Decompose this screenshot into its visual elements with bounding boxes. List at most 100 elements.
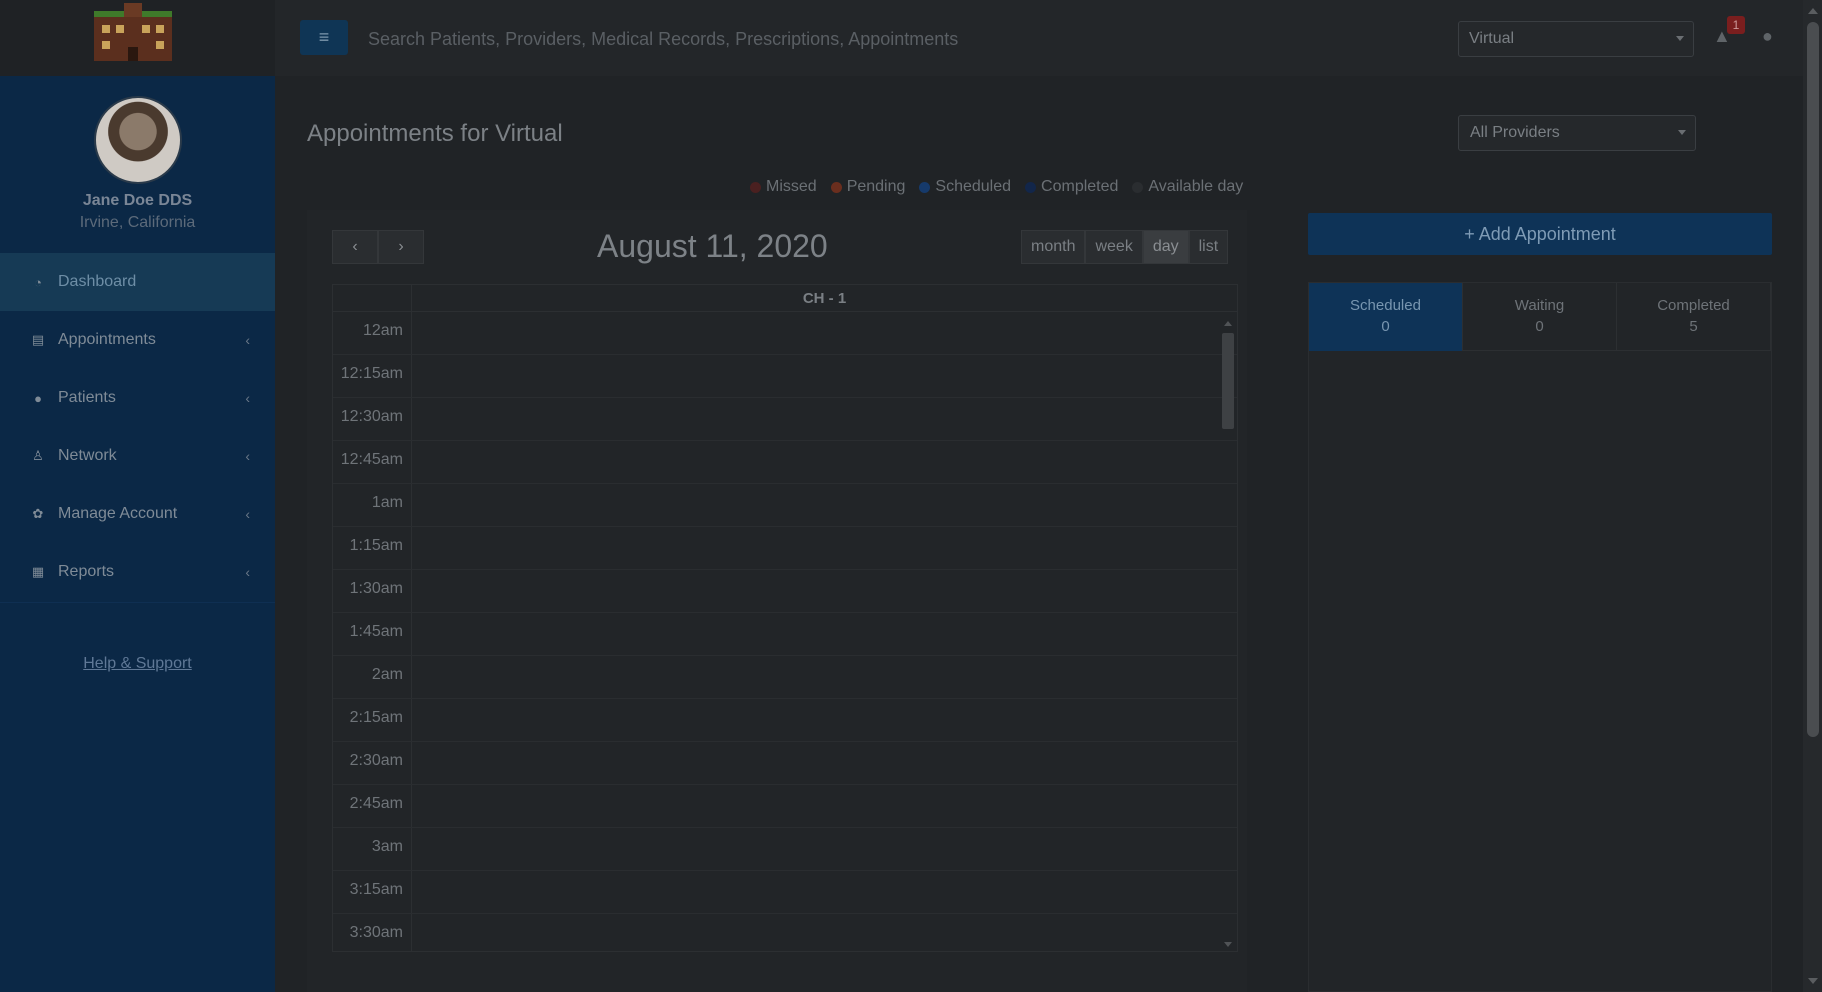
next-day-button[interactable]: › (378, 230, 424, 264)
legend-pending: Pending (830, 178, 905, 196)
time-slot[interactable] (412, 828, 1237, 870)
prev-day-button[interactable]: ‹ (332, 230, 378, 264)
time-slot[interactable] (412, 312, 1237, 354)
status-legend: Missed Pending Scheduled Completed Avail… (750, 178, 1243, 196)
menu-toggle-button[interactable]: ≡ (300, 20, 348, 55)
gear-icon: ✿ (32, 506, 44, 521)
sidebar-item-manage-account[interactable]: ✿ Manage Account ‹ (0, 485, 275, 543)
view-day-button[interactable]: day (1142, 230, 1189, 264)
time-slot[interactable] (412, 914, 1237, 951)
tab-waiting[interactable]: Waiting 0 (1463, 283, 1617, 351)
chevron-left-icon: ‹ (245, 332, 250, 348)
dot-icon (919, 181, 931, 193)
help-support-link[interactable]: Help & Support (0, 655, 275, 673)
time-label: 1:45am (333, 613, 412, 655)
time-row[interactable]: 2:30am (333, 742, 1237, 785)
location-select-value: Virtual (1469, 30, 1515, 47)
provider-select[interactable]: All Providers (1458, 115, 1696, 151)
sidebar-item-patients[interactable]: ● Patients ‹ (0, 369, 275, 427)
view-list-button[interactable]: list (1188, 230, 1229, 264)
dot-icon (750, 181, 761, 193)
time-label: 12am (333, 312, 412, 354)
tab-scheduled[interactable]: Scheduled 0 (1309, 283, 1463, 351)
sidebar-nav: ◔ Dashboard ▤ Appointments ‹ ● Patients … (0, 253, 275, 601)
logo-area (0, 0, 275, 76)
sidebar-footer: Help & Support (0, 602, 275, 992)
users-icon: ● (34, 390, 42, 406)
sidebar-item-label: Manage Account (58, 505, 178, 522)
status-tabs: Scheduled 0 Waiting 0 Completed 5 (1309, 283, 1771, 351)
time-row[interactable]: 1:30am (333, 570, 1237, 613)
time-label: 12:15am (333, 355, 412, 397)
time-slot[interactable] (412, 441, 1237, 483)
dot-icon (1132, 181, 1144, 193)
time-row[interactable]: 3:15am (333, 871, 1237, 914)
page-scroll-thumb[interactable] (1807, 22, 1819, 737)
calendar-panel: ‹ › August 11, 2020 month week day list … (307, 210, 1247, 992)
dot-icon (1025, 181, 1037, 193)
view-week-button[interactable]: week (1085, 230, 1143, 264)
topbar: ≡ Virtual ▲ 1 ● (275, 0, 1803, 76)
day-grid[interactable]: CH - 1 12am 12:15am 12:30am 12:45am 1am 1:15a… (332, 284, 1238, 952)
time-row[interactable]: 2am (333, 656, 1237, 699)
time-label: 12:30am (333, 398, 412, 440)
sidebar-item-dashboard[interactable]: ◔ Dashboard (0, 253, 275, 311)
time-label: 1am (333, 484, 412, 526)
dot-icon (830, 181, 842, 193)
time-slot[interactable] (412, 484, 1237, 526)
avatar[interactable] (93, 96, 182, 184)
scroll-down-icon[interactable] (1808, 978, 1818, 984)
chevron-left-icon: ‹ (352, 238, 358, 255)
appointment-status-panel: Scheduled 0 Waiting 0 Completed 5 (1308, 282, 1772, 992)
profile-name: Jane Doe DDS (82, 192, 193, 209)
clinic-logo[interactable] (94, 3, 172, 61)
time-slot[interactable] (412, 656, 1237, 698)
sidebar-item-network[interactable]: ♙ Network ‹ (0, 427, 275, 485)
time-row[interactable]: 2:15am (333, 699, 1237, 742)
location-select[interactable]: Virtual (1458, 21, 1694, 57)
time-row[interactable]: 2:45am (333, 785, 1237, 828)
time-label: 3:30am (333, 914, 412, 951)
scroll-up-icon[interactable] (1808, 8, 1818, 14)
tab-completed[interactable]: Completed 5 (1617, 283, 1771, 351)
tab-label: Completed (1657, 297, 1730, 314)
legend-completed: Completed (1025, 178, 1118, 196)
scroll-down-icon[interactable] (1224, 942, 1232, 947)
time-row[interactable]: 1:45am (333, 613, 1237, 656)
time-slot[interactable] (412, 355, 1237, 397)
time-row[interactable]: 3am (333, 828, 1237, 871)
grid-scrollbar[interactable] (1220, 319, 1234, 949)
time-slot[interactable] (412, 871, 1237, 913)
time-label: 2:30am (333, 742, 412, 784)
scroll-up-icon[interactable] (1224, 321, 1232, 326)
time-row[interactable]: 1:15am (333, 527, 1237, 570)
time-slot[interactable] (412, 527, 1237, 569)
user-icon[interactable]: ● (1762, 26, 1782, 46)
sidebar-item-appointments[interactable]: ▤ Appointments ‹ (0, 311, 275, 369)
calendar-view-switcher: month week day list (1021, 230, 1229, 264)
sidebar-item-reports[interactable]: ▦ Reports ‹ (0, 543, 275, 601)
time-row[interactable]: 12:45am (333, 441, 1237, 484)
resource-label: CH - 1 (802, 290, 847, 307)
time-slot[interactable] (412, 570, 1237, 612)
time-slot[interactable] (412, 398, 1237, 440)
time-row[interactable]: 12am (333, 312, 1237, 355)
time-row[interactable]: 12:15am (333, 355, 1237, 398)
page-scrollbar[interactable] (1803, 0, 1822, 992)
time-slot[interactable] (412, 613, 1237, 655)
search-input[interactable] (368, 24, 1068, 54)
sidebar-item-label: Patients (58, 389, 116, 406)
time-label: 1:30am (333, 570, 412, 612)
time-slot[interactable] (412, 742, 1237, 784)
grid-scroll-thumb[interactable] (1222, 333, 1234, 429)
add-appointment-button[interactable]: + Add Appointment (1308, 213, 1772, 255)
tab-count: 0 (1381, 318, 1390, 335)
time-slot[interactable] (412, 785, 1237, 827)
time-row[interactable]: 1am (333, 484, 1237, 527)
view-month-button[interactable]: month (1021, 230, 1086, 264)
time-row[interactable]: 3:30am (333, 914, 1237, 951)
time-row[interactable]: 12:30am (333, 398, 1237, 441)
sidebar: Jane Doe DDS Irvine, California ◔ Dashbo… (0, 0, 275, 992)
calendar-nav: ‹ › (332, 230, 424, 264)
time-slot[interactable] (412, 699, 1237, 741)
